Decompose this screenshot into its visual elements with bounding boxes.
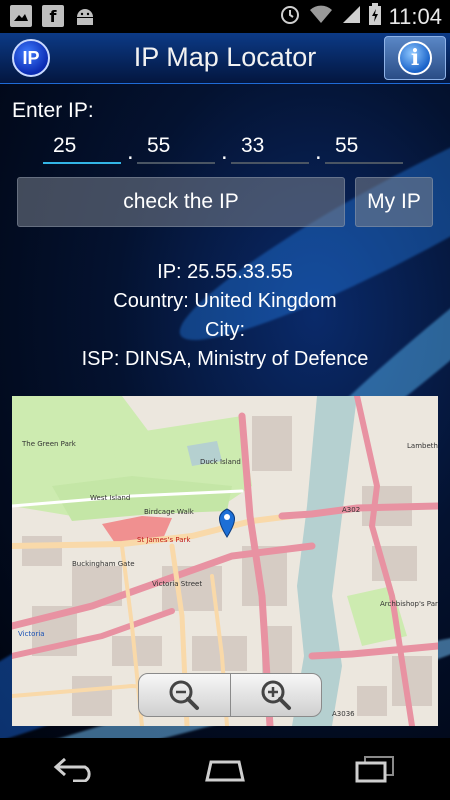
image-icon <box>10 5 32 27</box>
status-bar: f 11:04 <box>0 0 450 33</box>
battery-icon <box>368 3 381 30</box>
ip-octet-4-input[interactable] <box>325 130 403 164</box>
recent-apps-button[interactable] <box>345 749 405 789</box>
app-title: IP Map Locator <box>133 42 317 72</box>
ip-octet-3-input[interactable] <box>231 130 309 164</box>
zoom-out-button[interactable] <box>139 674 230 716</box>
alarm-icon <box>279 3 301 30</box>
country-line: Country: United Kingdom <box>113 290 337 312</box>
notification-icons: f <box>10 5 96 27</box>
ip-result: IP: 25.55.33.55 Country: United Kingdom … <box>0 258 450 374</box>
home-button[interactable] <box>195 749 255 789</box>
action-bar: IP IP Map Locator i <box>0 33 450 84</box>
map-label: Victoria Street <box>152 580 202 588</box>
back-button[interactable] <box>45 749 105 789</box>
map-label: Victoria <box>18 630 45 638</box>
octet-separator: . <box>221 138 228 165</box>
isp-line: ISP: DINSA, Ministry of Defence <box>81 348 369 370</box>
navigation-bar <box>0 738 450 800</box>
check-ip-button[interactable]: check the IP <box>17 177 345 227</box>
map-label: Duck Island <box>200 458 241 466</box>
recent-apps-icon <box>355 756 394 783</box>
home-icon <box>205 760 245 782</box>
map-label: Lambeth <box>407 442 438 450</box>
zoom-in-icon <box>261 680 291 710</box>
signal-icon <box>341 4 361 29</box>
my-ip-button[interactable]: My IP <box>355 177 433 227</box>
map-label: Buckingham Gate <box>72 560 135 568</box>
ip-octet-1-input[interactable] <box>43 130 121 164</box>
octet-separator: . <box>315 138 322 165</box>
enter-ip-label: Enter IP: <box>12 99 94 122</box>
ip-octet-2-input[interactable] <box>137 130 215 164</box>
city-line: City: <box>205 319 245 341</box>
info-icon: i <box>398 41 432 75</box>
info-button[interactable]: i <box>384 36 446 80</box>
wifi-icon <box>309 4 333 29</box>
map-label: The Green Park <box>21 440 77 448</box>
map-view[interactable]: The Green Park West Island Duck Island B… <box>12 396 438 726</box>
clock: 11:04 <box>388 3 442 29</box>
app-content: IP IP Map Locator i Enter IP: . . . chec… <box>0 33 450 738</box>
back-icon <box>53 757 91 782</box>
system-icons: 11:04 <box>279 3 442 30</box>
map-label: Archbishop's Park <box>380 600 438 608</box>
map-label: Birdcage Walk <box>144 508 195 516</box>
map-label: A3036 <box>332 710 355 718</box>
facebook-icon: f <box>42 5 64 27</box>
zoom-out-icon <box>169 680 200 710</box>
ip-line: IP: 25.55.33.55 <box>157 261 293 283</box>
map-label: St James's Park <box>137 536 191 544</box>
android-icon <box>74 5 96 27</box>
zoom-controls <box>138 673 322 717</box>
octet-separator: . <box>127 138 134 165</box>
map-label: A302 <box>342 506 360 514</box>
zoom-in-button[interactable] <box>229 674 322 716</box>
map-label: West Island <box>90 494 130 502</box>
